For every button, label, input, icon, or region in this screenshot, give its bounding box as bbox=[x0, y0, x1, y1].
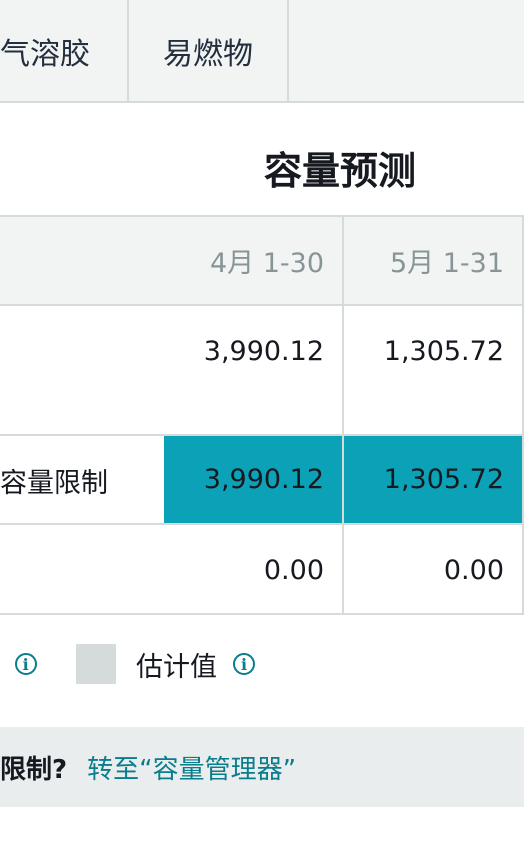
table-cell-highlighted: 3,990.12 bbox=[164, 436, 342, 523]
estimate-swatch bbox=[76, 644, 116, 684]
table-cell: 0.00 bbox=[443, 554, 504, 586]
capacity-manager-link[interactable]: 转至“容量管理器” bbox=[87, 749, 296, 786]
legend-item-cut: ⌝ i bbox=[0, 640, 37, 688]
banner-question: 限制? bbox=[0, 754, 68, 785]
estimate-label: 估计值 bbox=[136, 651, 217, 683]
legend-item-estimate: 估计值 i bbox=[76, 640, 255, 688]
info-icon[interactable]: i bbox=[14, 653, 37, 675]
tab-flammable-label: 易燃物 bbox=[163, 36, 253, 72]
capacity-page: 气溶胶 易燃物 容量预测 4月 1-30 5月 1-31 3,990.12 1,… bbox=[0, 0, 524, 854]
capacity-forecast-heading: 容量预测 bbox=[264, 149, 417, 193]
tab-flammable[interactable]: 易燃物 bbox=[129, 0, 289, 101]
column-divider bbox=[342, 215, 344, 615]
capacity-manager-banner: 限制? 转至“容量管理器” bbox=[0, 727, 524, 807]
table-cell: 0.00 bbox=[263, 554, 324, 586]
tab-aerosol[interactable]: 气溶胶 bbox=[0, 0, 129, 101]
hazmat-tab-bar: 气溶胶 易燃物 bbox=[0, 0, 524, 103]
table-cell-highlighted: 1,305.72 bbox=[344, 436, 522, 523]
column-header-may: 5月 1-31 bbox=[389, 248, 504, 279]
capacity-limit-label: 容量限制 bbox=[0, 468, 108, 499]
table-cell: 1,305.72 bbox=[383, 335, 504, 367]
tab-aerosol-label: 气溶胶 bbox=[0, 36, 90, 72]
table-cell: 3,990.12 bbox=[203, 335, 324, 367]
column-header-april: 4月 1-30 bbox=[209, 248, 324, 279]
info-icon[interactable]: i bbox=[233, 653, 255, 675]
